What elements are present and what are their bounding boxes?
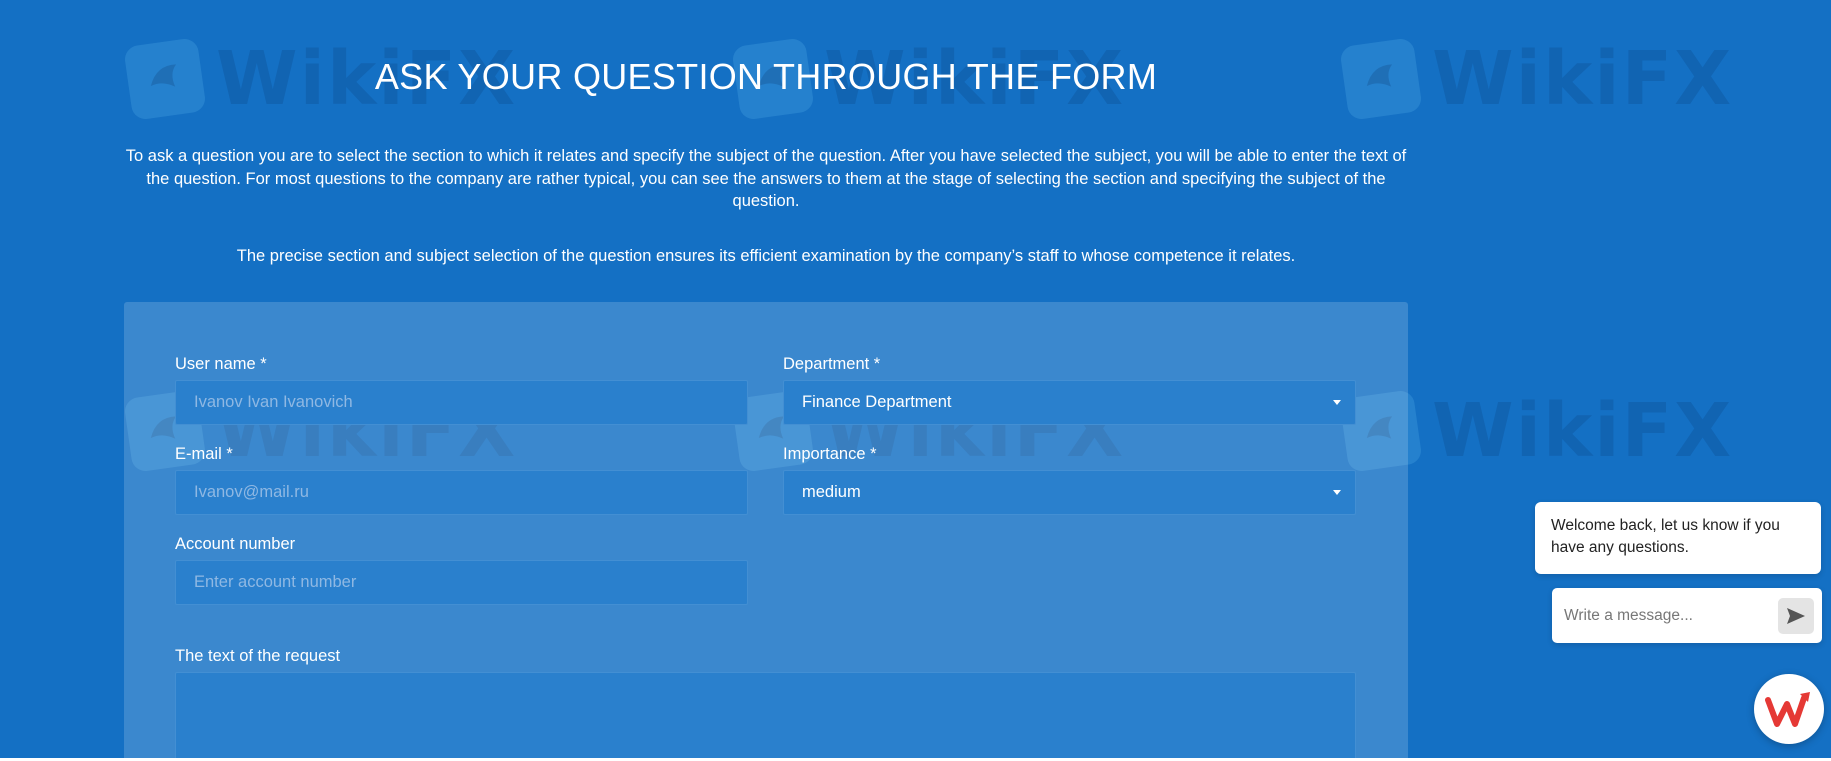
user-name-label: User name * [175,355,267,373]
request-textarea[interactable] [175,672,1356,761]
page-title: ASK YOUR QUESTION THROUGH THE FORM [374,56,1158,97]
importance-label: Importance * [783,445,877,463]
caret-down-icon [1333,400,1341,405]
wikifx-logo-icon [1765,692,1810,727]
department-value: Finance Department [802,393,952,411]
question-form: User name * Ivanov Ivan Ivanovich E-mail… [124,302,1408,761]
email-input[interactable]: Ivanov@mail.ru [175,470,748,515]
importance-select[interactable]: medium [783,470,1356,515]
request-text-label: The text of the request [175,647,341,665]
importance-value: medium [802,483,861,501]
intro-note: The precise section and subject selectio… [236,247,1296,265]
intro-text: To ask a question you are to select the … [125,147,1407,210]
send-button[interactable] [1778,597,1814,634]
user-name-input[interactable]: Ivanov Ivan Ivanovich [175,380,748,425]
email-label: E-mail * [175,445,233,463]
account-number-input[interactable]: Enter account number [175,560,748,605]
chat-launcher-button[interactable] [1754,674,1824,744]
department-select[interactable]: Finance Department [783,380,1356,425]
account-number-label: Account number [175,535,296,553]
chat-message-input[interactable] [1564,606,1778,625]
chat-input-box [1552,588,1822,643]
send-icon [1787,607,1805,624]
caret-down-icon [1333,490,1341,495]
department-label: Department * [783,355,881,373]
chat-message: Welcome back, let us know if you have an… [1535,502,1821,574]
